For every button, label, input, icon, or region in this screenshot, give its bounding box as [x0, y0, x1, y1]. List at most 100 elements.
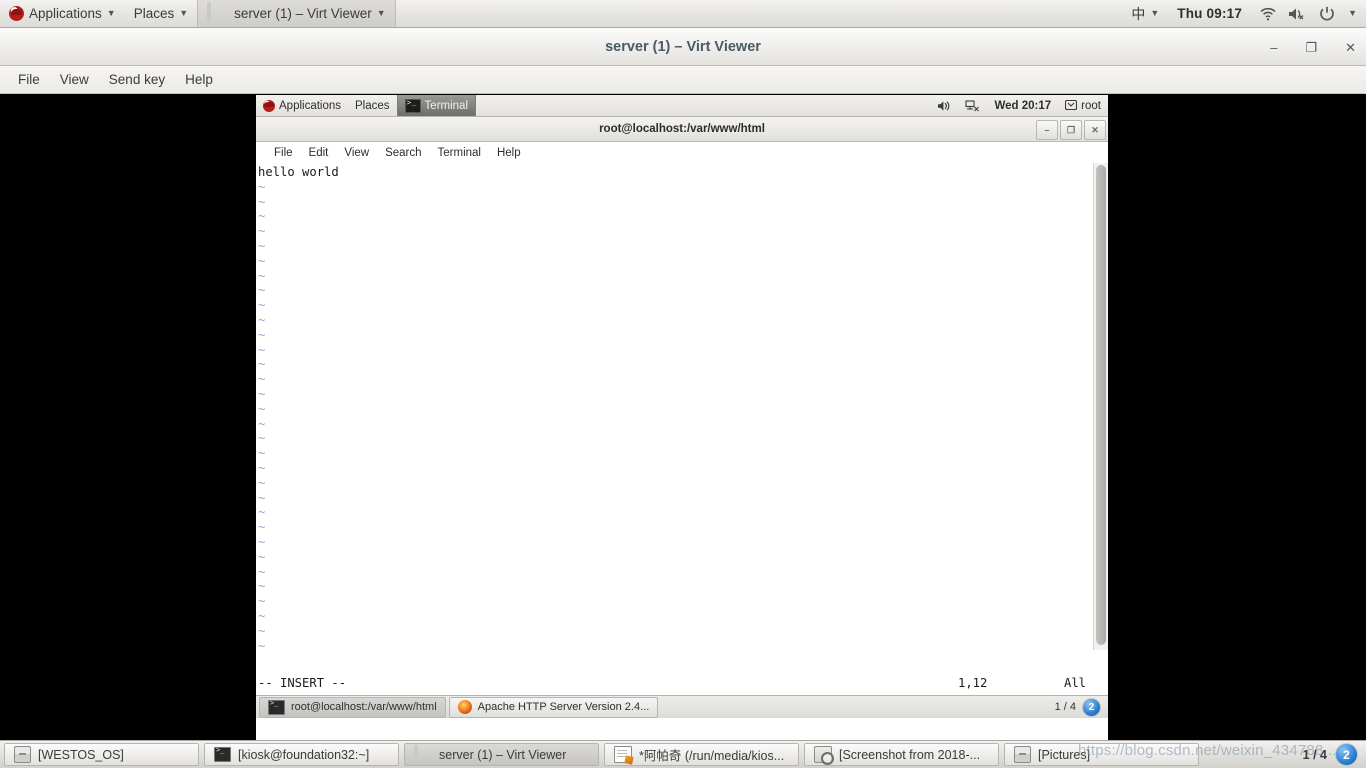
host-active-window-menu[interactable]: server (1) – Virt Viewer ▼ — [197, 0, 396, 27]
redhat-logo-icon — [9, 6, 24, 21]
menu-view[interactable]: View — [50, 72, 99, 87]
guest-volume-indicator[interactable] — [930, 95, 958, 116]
guest-applications-menu[interactable]: Applications — [256, 95, 348, 116]
menu-help[interactable]: Help — [175, 72, 223, 87]
host-taskbar: [WESTOS_OS] [kiosk@foundation32:~] serve… — [0, 740, 1366, 768]
vim-empty-line-marker: ~ — [258, 416, 266, 431]
host-workspace-switcher[interactable]: 1 / 4 2 — [1303, 743, 1362, 766]
host-applications-menu[interactable]: Applications ▼ — [0, 0, 125, 27]
terminal-scrollbar[interactable] — [1093, 163, 1108, 650]
vim-empty-line-marker: ~ — [258, 268, 266, 283]
guest-places-label: Places — [355, 99, 390, 112]
screenshot-icon — [814, 746, 834, 765]
guest-user-menu[interactable]: root — [1058, 95, 1108, 116]
virt-viewer-titlebar[interactable]: server (1) – Virt Viewer – ❐ ✕ — [0, 28, 1366, 66]
minimize-button[interactable]: – — [1270, 41, 1277, 54]
host-taskbar-item-label: *阿帕奇 (/run/media/kios... — [639, 749, 785, 763]
host-taskbar-item-gedit[interactable]: *阿帕奇 (/run/media/kios... — [604, 743, 799, 766]
host-clock[interactable]: Thu 09:17 — [1168, 0, 1251, 27]
host-applications-label: Applications — [29, 6, 102, 21]
vim-buffer-text: hello world ~ ~ ~ ~ ~ ~ ~ ~ ~ ~ ~ ~ ~ ~ ~ ~ ~ ~ ~ ~ ~ ~ ~ ~ ~ ~ ~ ~ ~… — [258, 165, 1090, 650]
vim-empty-line-marker: ~ — [258, 312, 266, 327]
host-status-area[interactable]: ▼ — [1251, 0, 1366, 27]
terminal-menu-file[interactable]: File — [266, 147, 301, 159]
monitor-icon — [207, 2, 229, 23]
guest-clock[interactable]: Wed 20:17 — [987, 95, 1058, 116]
close-button[interactable]: ✕ — [1345, 41, 1356, 54]
menu-send-key[interactable]: Send key — [99, 72, 175, 87]
host-taskbar-item-label: [Screenshot from 2018-... — [839, 747, 981, 762]
guest-terminal-window: root@localhost:/var/www/html – ❐ ✕ File … — [256, 117, 1108, 695]
host-taskbar-item-pictures[interactable]: [Pictures] — [1004, 743, 1199, 766]
vim-empty-line-marker: ~ — [258, 460, 266, 475]
vim-empty-line-marker: ~ — [258, 594, 266, 609]
host-taskbar-item-screenshot[interactable]: [Screenshot from 2018-... — [804, 743, 999, 766]
guest-workspace-badge[interactable]: 2 — [1082, 697, 1101, 717]
guest-user-label: root — [1081, 99, 1101, 112]
guest-taskbar-item-terminal[interactable]: root@localhost:/var/www/html — [259, 696, 446, 718]
host-taskbar-item-label: [kiosk@foundation32:~] — [238, 747, 370, 762]
vim-line-text: hello world — [258, 165, 339, 179]
host-taskbar-item-label: server (1) – Virt Viewer — [439, 747, 567, 762]
redhat-logo-icon — [263, 99, 275, 112]
terminal-scrollbar-thumb[interactable] — [1096, 165, 1106, 645]
guest-active-window[interactable]: Terminal — [396, 95, 477, 116]
vim-empty-line-marker: ~ — [258, 475, 266, 490]
minimize-button[interactable]: – — [1036, 120, 1058, 140]
terminal-menu-view[interactable]: View — [336, 147, 377, 159]
host-taskbar-item-westos-os[interactable]: [WESTOS_OS] — [4, 743, 199, 766]
vim-empty-line-marker: ~ — [258, 608, 266, 623]
maximize-button[interactable]: ❐ — [1060, 120, 1082, 140]
terminal-menu-edit[interactable]: Edit — [301, 147, 337, 159]
host-workspace-badge[interactable]: 2 — [1335, 743, 1358, 766]
guest-desktop: Applications Places Terminal — [256, 95, 1108, 740]
chevron-down-icon: ▼ — [1150, 8, 1160, 18]
power-icon — [1320, 6, 1334, 21]
vim-cursor-position: 1,12 — [958, 676, 988, 690]
guest-taskbar: root@localhost:/var/www/html Apache HTTP… — [256, 695, 1108, 718]
guest-taskbar-item-label: root@localhost:/var/www/html — [291, 701, 437, 713]
host-active-window-label: server (1) – Virt Viewer — [234, 6, 372, 21]
host-places-label: Places — [133, 6, 175, 21]
vim-empty-line-marker: ~ — [258, 342, 266, 357]
host-top-panel: Applications ▼ Places ▼ server (1) – Vir… — [0, 0, 1366, 28]
close-button[interactable]: ✕ — [1084, 120, 1106, 140]
vim-empty-line-marker: ~ — [258, 505, 266, 520]
guest-terminal-title: root@localhost:/var/www/html — [599, 123, 765, 135]
chevron-down-icon: ▼ — [106, 8, 116, 18]
guest-active-window-label: Terminal — [424, 99, 469, 112]
host-taskbar-item-virt-viewer[interactable]: server (1) – Virt Viewer — [404, 743, 599, 766]
host-taskbar-item-label: [Pictures] — [1038, 747, 1091, 762]
guest-places-menu[interactable]: Places — [348, 95, 397, 116]
chevron-down-icon: ▼ — [1348, 8, 1357, 18]
vim-empty-line-marker: ~ — [258, 520, 266, 535]
vim-empty-line-marker: ~ — [258, 283, 266, 298]
vim-empty-line-marker: ~ — [258, 224, 266, 239]
input-method-label: 中 — [1131, 6, 1146, 23]
maximize-button[interactable]: ❐ — [1305, 41, 1317, 54]
vim-empty-line-marker: ~ — [258, 253, 266, 268]
vim-empty-line-marker: ~ — [258, 386, 266, 401]
vim-empty-line-marker: ~ — [258, 549, 266, 564]
chevron-down-icon: ▼ — [179, 8, 189, 18]
guest-terminal-titlebar[interactable]: root@localhost:/var/www/html – ❐ ✕ — [256, 117, 1108, 142]
guest-workspace-switcher[interactable]: 1 / 4 2 — [1055, 697, 1105, 717]
archive-icon — [1014, 746, 1031, 763]
guest-terminal-menubar: File Edit View Search Terminal Help — [256, 142, 1108, 164]
guest-terminal-body[interactable]: hello world ~ ~ ~ ~ ~ ~ ~ ~ ~ ~ ~ ~ ~ ~ ~ ~ ~ ~ ~ ~ ~ ~ ~ ~ ~ ~ ~ ~ ~… — [256, 163, 1108, 650]
terminal-menu-search[interactable]: Search — [377, 147, 429, 159]
host-taskbar-item-kiosk-terminal[interactable]: [kiosk@foundation32:~] — [204, 743, 399, 766]
terminal-menu-help[interactable]: Help — [489, 147, 529, 159]
host-places-menu[interactable]: Places ▼ — [125, 0, 197, 27]
vim-mode-label: -- INSERT -- — [258, 676, 347, 690]
guest-taskbar-item-firefox[interactable]: Apache HTTP Server Version 2.4... — [448, 696, 659, 718]
terminal-icon — [404, 97, 421, 113]
terminal-menu-terminal[interactable]: Terminal — [430, 147, 489, 159]
vim-empty-line-marker: ~ — [258, 534, 266, 549]
guest-clock-label: Wed 20:17 — [994, 99, 1052, 112]
virt-viewer-guest-canvas[interactable]: Applications Places Terminal — [0, 95, 1366, 740]
menu-file[interactable]: File — [8, 72, 50, 87]
vim-empty-line-marker: ~ — [258, 209, 266, 224]
input-method-indicator[interactable]: 中 ▼ — [1122, 0, 1168, 27]
guest-network-indicator[interactable] — [958, 95, 987, 116]
